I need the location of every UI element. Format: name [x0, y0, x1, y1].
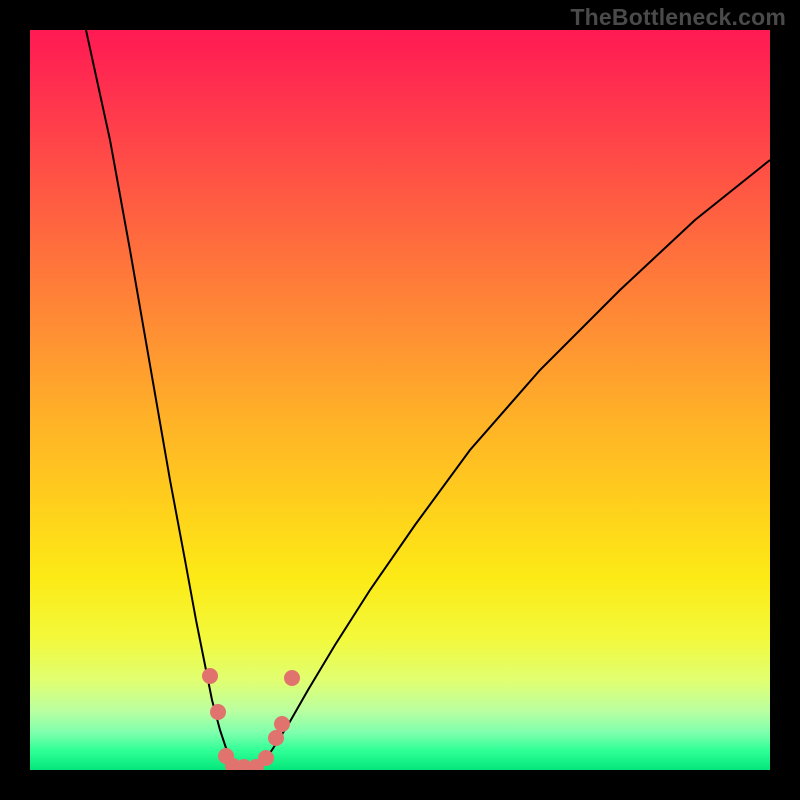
left-curve [86, 30, 238, 767]
base-dot-5 [258, 750, 274, 766]
watermark-text: TheBottleneck.com [570, 4, 786, 31]
peak-dot-left-2 [210, 704, 226, 720]
plot-area [30, 30, 770, 770]
peak-dot-left-1 [202, 668, 218, 684]
chart-frame: TheBottleneck.com [0, 0, 800, 800]
peak-dot-right-1 [268, 730, 284, 746]
marker-group [202, 668, 300, 770]
peak-dot-right-2 [274, 716, 290, 732]
curve-overlay [30, 30, 770, 770]
right-curve [260, 160, 770, 767]
peak-dot-right-3 [284, 670, 300, 686]
